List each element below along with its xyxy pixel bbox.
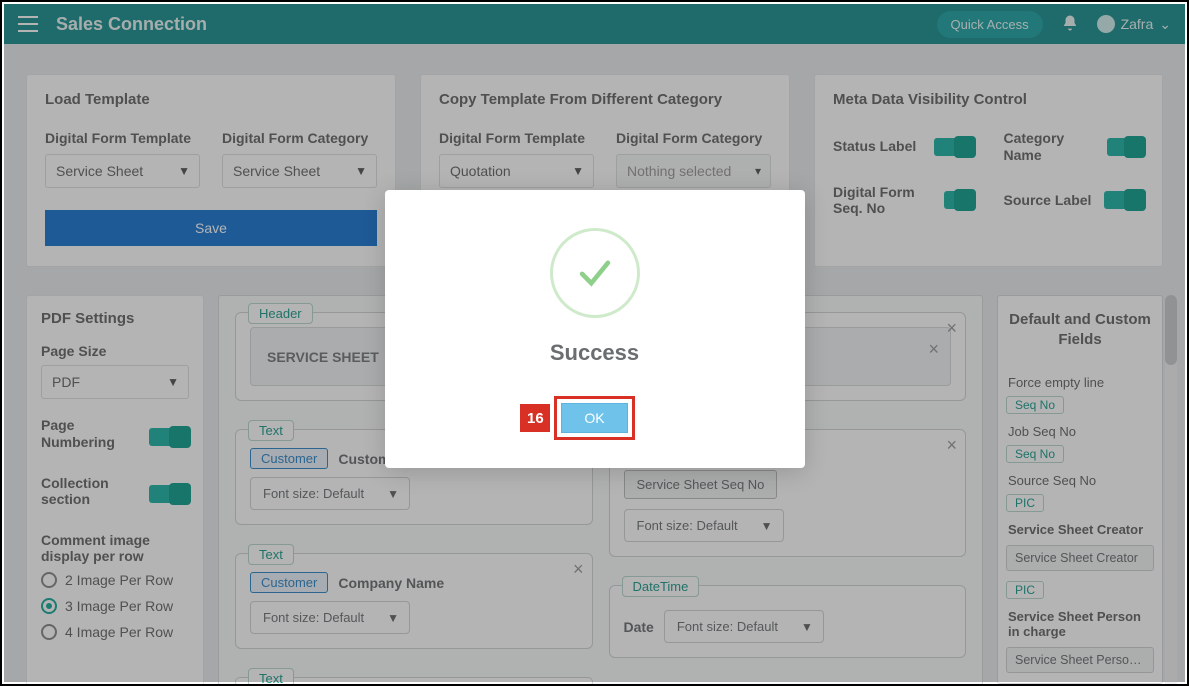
success-check-icon (550, 228, 640, 318)
ok-button[interactable]: OK (561, 403, 627, 433)
callout-number: 16 (520, 404, 550, 432)
ok-highlight-frame: OK (554, 396, 634, 440)
modal-title: Success (405, 340, 785, 366)
success-modal: Success 16 OK (385, 190, 805, 468)
